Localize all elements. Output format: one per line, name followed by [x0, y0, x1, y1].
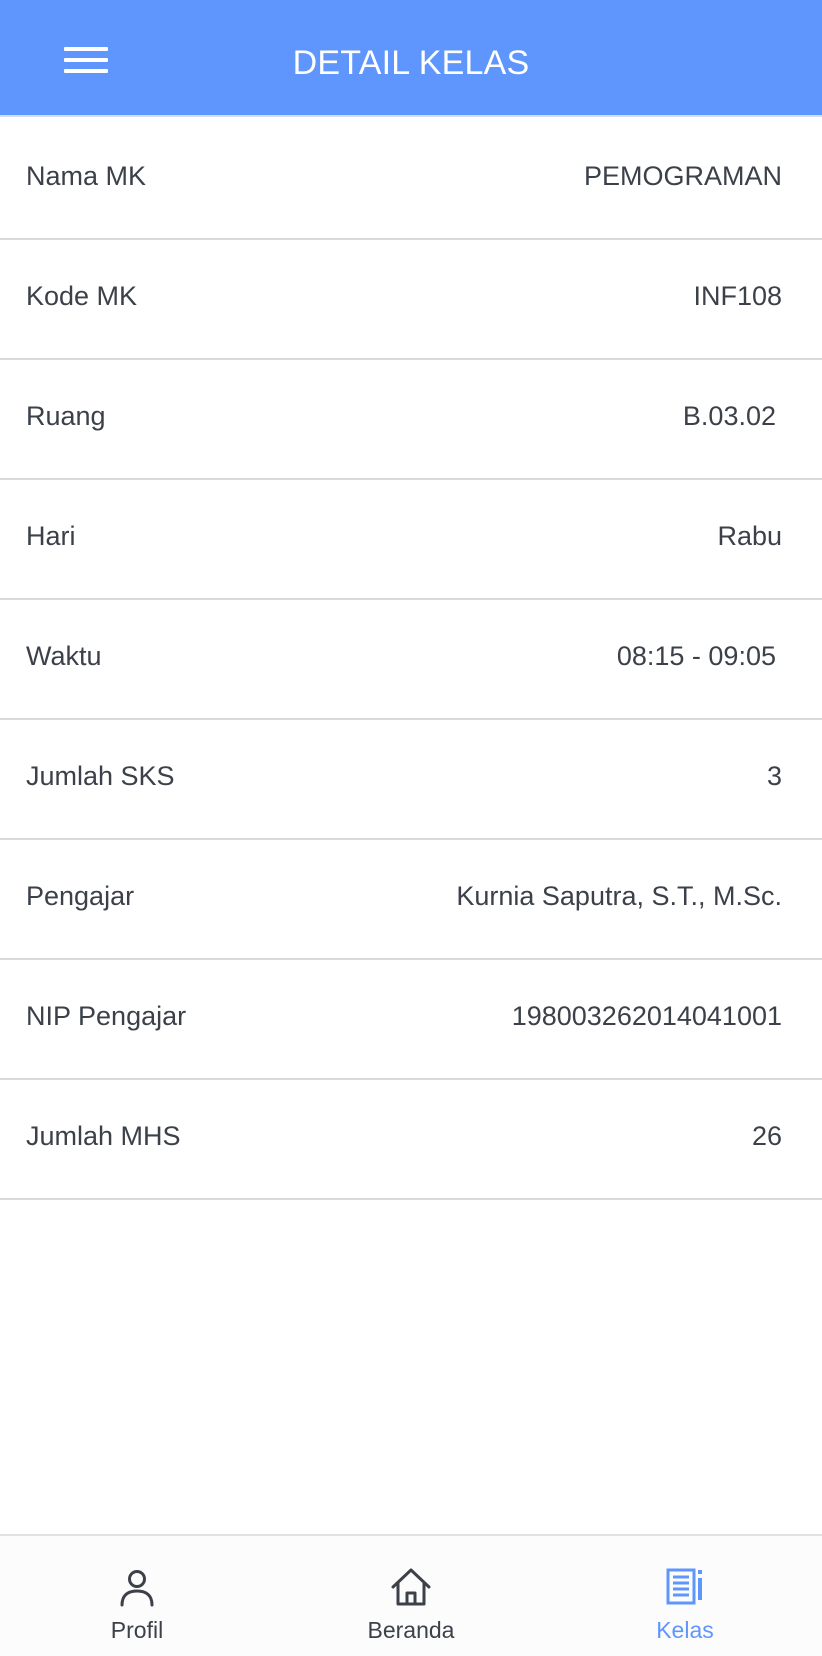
detail-label: Ruang [26, 401, 106, 431]
detail-row-ruang: Ruang B.03.02 [0, 360, 822, 480]
detail-label: Pengajar [26, 881, 135, 911]
detail-row-jumlah-mhs: Jumlah MHS 26 [0, 1080, 822, 1200]
detail-row-jumlah-sks: Jumlah SKS 3 [0, 720, 822, 840]
nav-item-profil[interactable]: Profil [0, 1536, 274, 1656]
detail-value: Kurnia Saputra, S.T., M.Sc. [456, 881, 782, 911]
nav-item-kelas[interactable]: Kelas [548, 1536, 822, 1656]
detail-row-kode-mk: Kode MK INF108 [0, 240, 822, 360]
nav-item-beranda[interactable]: Beranda [274, 1536, 548, 1656]
nav-label: Profil [110, 1617, 164, 1643]
detail-label: Waktu [26, 641, 102, 671]
detail-value: 08:15 - 09:05 [616, 641, 776, 671]
detail-label: Kode MK [26, 281, 138, 311]
detail-label: Nama MK [26, 161, 147, 191]
detail-value: 26 [751, 1121, 782, 1151]
document-list-icon [666, 1568, 702, 1605]
detail-value: 3 [766, 761, 782, 791]
class-detail-list: Nama MK PEMOGRAMAN Kode MK INF108 Ruang … [0, 120, 822, 1200]
detail-label: NIP Pengajar [26, 1001, 187, 1031]
detail-value: Rabu [717, 521, 782, 551]
detail-value: PEMOGRAMAN [583, 161, 782, 191]
detail-label: Hari [26, 521, 76, 551]
detail-value: INF108 [693, 281, 782, 311]
detail-label: Jumlah MHS [26, 1121, 181, 1151]
page-title: DETAIL KELAS [292, 44, 530, 82]
nav-label: Kelas [656, 1617, 714, 1643]
detail-row-waktu: Waktu 08:15 - 09:05 [0, 600, 822, 720]
app-screen: DETAIL KELAS Nama MK PEMOGRAMAN Kode MK … [0, 0, 822, 1656]
person-icon [120, 1570, 154, 1607]
detail-value: 198003262014041001 [511, 1001, 782, 1031]
home-icon [391, 1568, 431, 1606]
detail-value: B.03.02 [682, 401, 776, 431]
bottom-navigation: Profil Beranda Kelas [0, 1534, 822, 1656]
detail-row-nama-mk: Nama MK PEMOGRAMAN [0, 120, 822, 240]
detail-row-hari: Hari Rabu [0, 480, 822, 600]
detail-row-nip-pengajar: NIP Pengajar 198003262014041001 [0, 960, 822, 1080]
nav-label: Beranda [367, 1617, 455, 1643]
app-header: DETAIL KELAS [0, 0, 822, 117]
detail-label: Jumlah SKS [26, 761, 175, 791]
detail-row-pengajar: Pengajar Kurnia Saputra, S.T., M.Sc. [0, 840, 822, 960]
